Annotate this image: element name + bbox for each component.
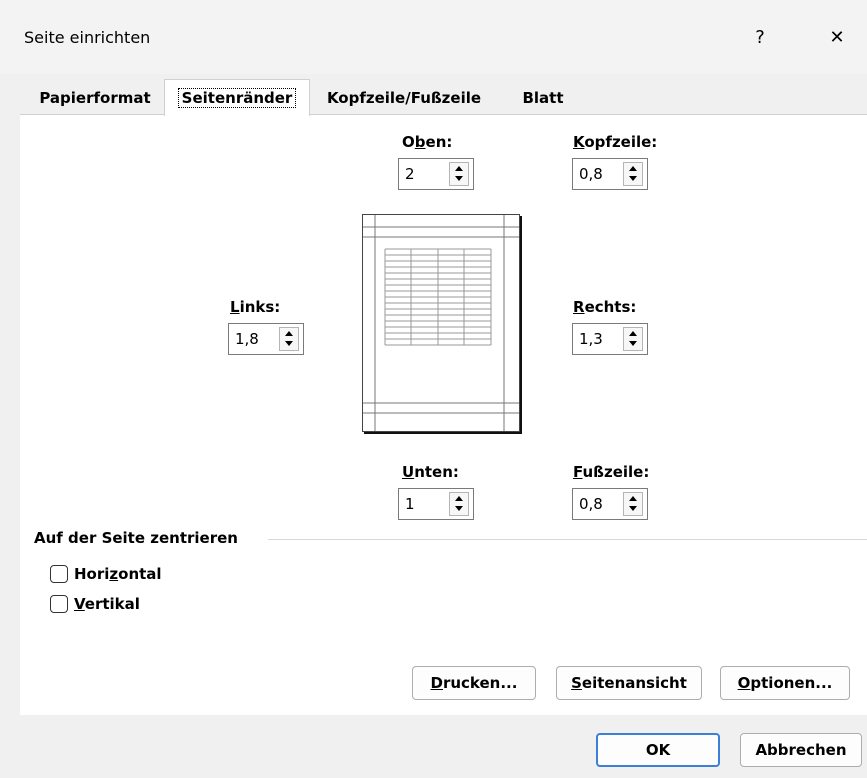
left-margin-label: Links:	[230, 298, 281, 316]
left-margin-spinner[interactable]: 1,8	[228, 323, 304, 355]
page-preview-graphic	[363, 215, 519, 431]
spin-arrows-icon[interactable]	[279, 327, 299, 351]
right-margin-spinner[interactable]: 1,3	[572, 323, 648, 355]
vertical-checkbox[interactable]	[50, 595, 68, 613]
header-margin-value[interactable]: 0,8	[579, 165, 603, 183]
footer-margin-spinner[interactable]: 0,8	[572, 488, 648, 520]
tab-seitenraender[interactable]: Seitenränder	[164, 79, 310, 116]
cancel-button[interactable]: Abbrechen	[740, 733, 862, 767]
tab-papierformat[interactable]: Papierformat	[28, 83, 162, 113]
dialog-title: Seite einrichten	[24, 28, 151, 47]
bottom-margin-label: Unten:	[402, 463, 459, 481]
right-margin-label: Rechts:	[573, 298, 637, 316]
tab-blatt[interactable]: Blatt	[500, 83, 586, 113]
top-margin-spinner[interactable]: 2	[398, 158, 474, 190]
spin-arrows-icon[interactable]	[623, 162, 643, 186]
left-margin-value[interactable]: 1,8	[235, 330, 259, 348]
top-margin-value[interactable]: 2	[405, 165, 415, 183]
footer-margin-label: Fußzeile:	[573, 463, 650, 481]
horizontal-label: Horizontal	[74, 565, 162, 583]
spin-arrows-icon[interactable]	[449, 492, 469, 516]
top-margin-label: Oben:	[402, 133, 453, 151]
page-preview	[362, 214, 520, 432]
header-margin-spinner[interactable]: 0,8	[572, 158, 648, 190]
center-group-label: Auf der Seite zentrieren	[34, 529, 238, 547]
vertical-checkbox-row[interactable]: Vertikal	[50, 592, 140, 616]
horizontal-checkbox-row[interactable]: Horizontal	[50, 562, 162, 586]
options-button[interactable]: Optionen...	[720, 666, 850, 700]
vertical-label: Vertikal	[74, 595, 140, 613]
tab-kopfzeile-fusszeile[interactable]: Kopfzeile/Fußzeile	[310, 83, 498, 113]
spin-arrows-icon[interactable]	[623, 327, 643, 351]
header-margin-label: Kopfzeile:	[573, 133, 658, 151]
footer-margin-value[interactable]: 0,8	[579, 495, 603, 513]
group-divider	[268, 539, 867, 540]
spin-arrows-icon[interactable]	[623, 492, 643, 516]
close-icon[interactable]: ✕	[815, 18, 859, 56]
horizontal-checkbox[interactable]	[50, 565, 68, 583]
print-preview-button[interactable]: Seitenansicht	[556, 666, 702, 700]
spin-arrows-icon[interactable]	[449, 162, 469, 186]
ok-button[interactable]: OK	[596, 733, 720, 767]
right-margin-value[interactable]: 1,3	[579, 330, 603, 348]
bottom-margin-value[interactable]: 1	[405, 495, 415, 513]
help-button[interactable]: ?	[738, 18, 782, 56]
print-button[interactable]: Drucken...	[412, 666, 536, 700]
bottom-margin-spinner[interactable]: 1	[398, 488, 474, 520]
